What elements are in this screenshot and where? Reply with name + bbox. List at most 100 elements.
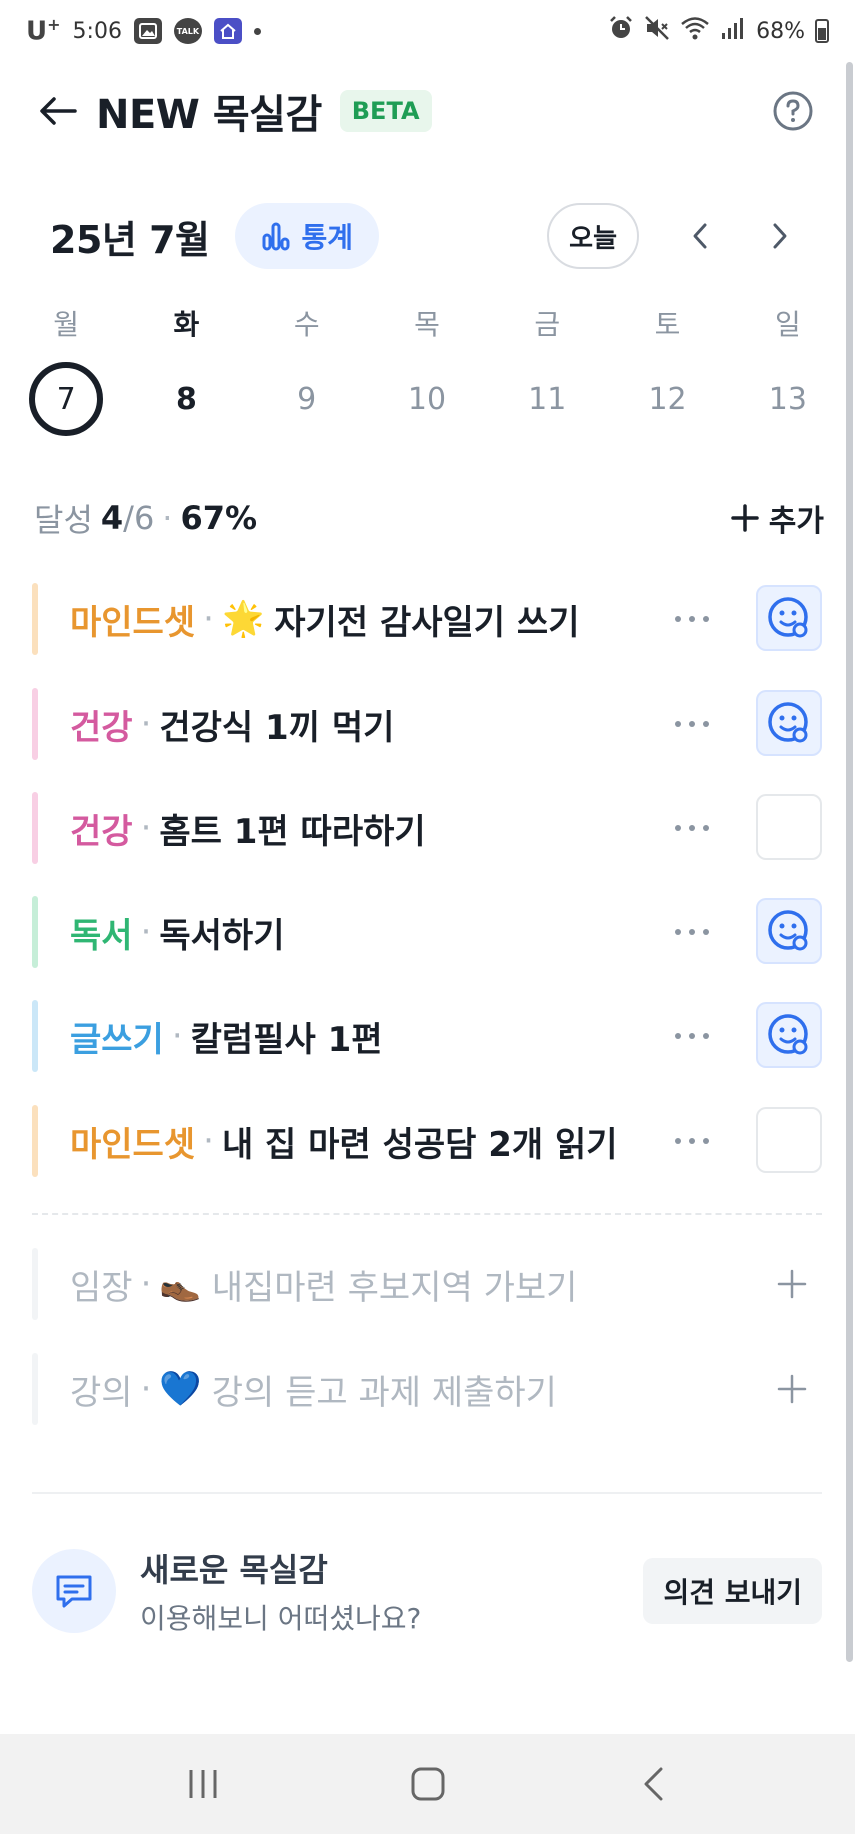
notification-dot-icon — [253, 27, 261, 35]
day-number[interactable]: 12 — [631, 362, 705, 436]
status-bar: U+ 5:06 TALK 68% — [0, 0, 855, 62]
task-category: 마인드셋 — [70, 602, 196, 643]
suggestion-category: 강의 — [70, 1372, 133, 1413]
send-feedback-button[interactable]: 의견 보내기 — [643, 1558, 822, 1624]
home-button[interactable] — [393, 1754, 463, 1814]
help-button[interactable] — [771, 89, 815, 133]
task-more-button[interactable] — [670, 806, 714, 850]
task-color-bar — [32, 1000, 38, 1072]
stats-button[interactable]: 통계 — [235, 203, 380, 269]
suggestion-separator: · — [140, 1264, 152, 1304]
task-row[interactable]: 글쓰기 · 칼럼필사 1편 — [32, 1000, 822, 1072]
task-text: 건강 · 건강식 1끼 먹기 — [70, 700, 394, 749]
task-row[interactable]: 건강 · 홈트 1편 따라하기 — [32, 792, 822, 864]
task-check-button[interactable] — [756, 585, 822, 651]
day-name: 금 — [534, 308, 561, 341]
suggestion-row[interactable]: 임장 · 👞 내집마련 후보지역 가보기 — [32, 1248, 822, 1320]
task-separator: · — [140, 704, 152, 744]
day-saturday[interactable]: 토 12 — [607, 300, 727, 436]
prev-week-button[interactable] — [675, 211, 725, 261]
task-check-button[interactable] — [756, 898, 822, 964]
suggestion-emoji: 👞 — [159, 1264, 202, 1304]
day-number-selected[interactable]: 7 — [29, 362, 104, 436]
suggestion-add-button[interactable] — [770, 1367, 814, 1411]
suggestion-category: 임장 — [70, 1267, 133, 1308]
task-row[interactable]: 마인드셋 · 내 집 마련 성공담 2개 읽기 — [32, 1105, 822, 1177]
suggestion-row[interactable]: 강의 · 💙 강의 듣고 과제 제출하기 — [32, 1353, 822, 1425]
plus-icon — [731, 504, 759, 532]
task-category: 건강 — [70, 811, 133, 852]
task-category: 마인드셋 — [70, 1124, 196, 1165]
day-name: 화 — [173, 308, 200, 341]
achievement-percent: 67% — [180, 499, 258, 537]
smile-check-icon — [768, 1014, 808, 1055]
day-monday[interactable]: 월 7 — [6, 300, 126, 436]
task-name: 자기전 감사일기 쓰기 — [274, 602, 580, 643]
day-wednesday[interactable]: 수 9 — [247, 300, 367, 436]
day-number[interactable]: 9 — [270, 362, 344, 436]
status-left: U+ 5:06 TALK — [26, 15, 261, 47]
task-more-button[interactable] — [670, 1014, 714, 1058]
plus-icon — [777, 1374, 807, 1404]
task-category: 독서 — [70, 915, 133, 956]
task-check-button[interactable] — [756, 794, 822, 860]
next-week-button[interactable] — [755, 211, 805, 261]
status-right: 68% — [608, 15, 829, 47]
day-friday[interactable]: 금 11 — [487, 300, 607, 436]
day-thursday[interactable]: 목 10 — [367, 300, 487, 436]
task-check-button[interactable] — [756, 1002, 822, 1068]
day-tuesday[interactable]: 화 8 — [126, 300, 246, 436]
task-name: 내 집 마련 성공담 2개 읽기 — [221, 1124, 618, 1165]
day-number[interactable]: 10 — [390, 362, 464, 436]
task-color-bar — [32, 583, 38, 655]
feedback-banner: 새로운 목실감 이용해보니 어떠셨나요? 의견 보내기 — [32, 1546, 822, 1636]
task-color-bar — [32, 896, 38, 968]
month-row: 25년 7월 통계 오늘 — [0, 200, 855, 272]
task-check-button[interactable] — [756, 1107, 822, 1173]
task-more-button[interactable] — [670, 597, 714, 641]
system-back-button[interactable] — [618, 1754, 688, 1814]
suggestion-text: 임장 · 👞 내집마련 후보지역 가보기 — [70, 1260, 577, 1309]
task-name: 독서하기 — [159, 915, 285, 956]
today-button[interactable]: 오늘 — [547, 203, 639, 269]
bar-chart-icon — [262, 222, 290, 251]
suggestion-add-button[interactable] — [770, 1262, 814, 1306]
suggestion-separator: · — [140, 1369, 152, 1409]
task-text: 글쓰기 · 칼럼필사 1편 — [70, 1012, 383, 1061]
feedback-title: 새로운 목실감 — [140, 1551, 328, 1589]
task-name: 칼럼필사 1편 — [190, 1019, 383, 1060]
add-task-label: 추가 — [768, 504, 824, 539]
more-dots-icon — [675, 721, 709, 727]
achievement-row: 달성 4/6 · 67% 추가 — [34, 490, 824, 546]
more-dots-icon — [675, 616, 709, 622]
back-button[interactable] — [36, 89, 80, 133]
task-text: 건강 · 홈트 1편 따라하기 — [70, 804, 426, 853]
feedback-subtitle: 이용해보니 어떠셨나요? — [140, 1602, 422, 1635]
task-more-button[interactable] — [670, 702, 714, 746]
home-icon — [411, 1767, 444, 1801]
recent-apps-button[interactable] — [168, 1754, 238, 1814]
day-number[interactable]: 13 — [751, 362, 825, 436]
task-text: 독서 · 독서하기 — [70, 908, 285, 957]
clock: 5:06 — [72, 18, 122, 44]
section-divider — [32, 1492, 822, 1494]
smile-check-icon — [768, 910, 808, 951]
task-row[interactable]: 마인드셋 · 🌟 자기전 감사일기 쓰기 — [32, 583, 822, 655]
day-number[interactable]: 8 — [149, 362, 223, 436]
task-check-button[interactable] — [756, 690, 822, 756]
task-emoji: 🌟 — [221, 599, 265, 639]
plus-icon — [777, 1269, 807, 1299]
system-nav-bar — [0, 1734, 855, 1834]
back-chevron-icon — [644, 1767, 662, 1801]
task-row[interactable]: 건강 · 건강식 1끼 먹기 — [32, 688, 822, 760]
task-row[interactable]: 독서 · 독서하기 — [32, 896, 822, 968]
add-task-button[interactable]: 추가 — [731, 496, 824, 540]
battery-icon — [815, 19, 829, 43]
task-color-bar — [32, 792, 38, 864]
day-number[interactable]: 11 — [510, 362, 584, 436]
day-sunday[interactable]: 일 13 — [728, 300, 848, 436]
task-more-button[interactable] — [670, 910, 714, 954]
task-name: 건강식 1끼 먹기 — [159, 707, 395, 748]
task-more-button[interactable] — [670, 1119, 714, 1163]
achievement-total: /6 — [123, 499, 155, 537]
